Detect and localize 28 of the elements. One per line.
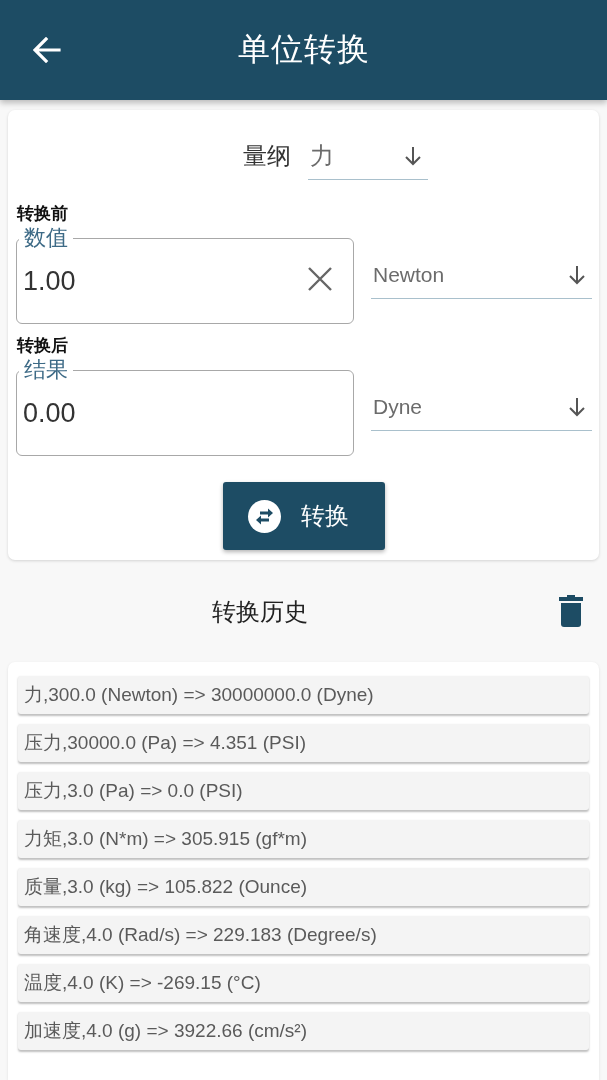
history-item[interactable]: 压力,30000.0 (Pa) => 4.351 (PSI) [18, 724, 589, 762]
unit-dropdown[interactable]: Dyne [371, 383, 592, 431]
back-icon[interactable] [33, 37, 61, 63]
close-icon[interactable] [308, 267, 332, 291]
history-item[interactable]: 压力,3.0 (Pa) => 0.0 (PSI) [18, 772, 589, 810]
convert-button[interactable]: 转换 [223, 482, 385, 550]
history-item[interactable]: 加速度,4.0 (g) => 3922.66 (cm/s²) [18, 1012, 589, 1050]
section-label: 转换后 [17, 335, 68, 357]
swap-icon [247, 499, 281, 533]
history-item[interactable]: 角速度,4.0 (Rad/s) => 229.183 (Degree/s) [18, 916, 589, 954]
history-title: 转换历史 [212, 597, 308, 627]
history-item[interactable]: 温度,4.0 (K) => -269.15 (°C) [18, 964, 589, 1002]
dimension-dropdown[interactable]: 力 [307, 132, 428, 180]
screen-title: 单位转换 [237, 30, 370, 69]
arrow-down-icon [403, 145, 422, 166]
arrow-down-icon [568, 396, 586, 417]
field-label: 数值 [19, 225, 73, 251]
section-label: 转换前 [17, 203, 68, 225]
history-item[interactable]: 质量,3.0 (kg) => 105.822 (Ounce) [18, 868, 589, 906]
dimension-label: 量纲 [242, 141, 291, 171]
history-item[interactable]: 力,300.0 (Newton) => 30000000.0 (Dyne) [18, 676, 589, 714]
arrow-down-icon [568, 264, 586, 285]
history-item[interactable]: 力矩,3.0 (N*m) => 305.915 (gf*m) [18, 820, 589, 858]
unit-dropdown[interactable]: Newton [371, 251, 592, 299]
number-field[interactable]: 结果 0.00 [16, 357, 354, 456]
number-field[interactable]: 数值 1.00 [16, 225, 354, 324]
field-label: 结果 [19, 357, 73, 383]
delete-icon[interactable] [559, 595, 583, 627]
